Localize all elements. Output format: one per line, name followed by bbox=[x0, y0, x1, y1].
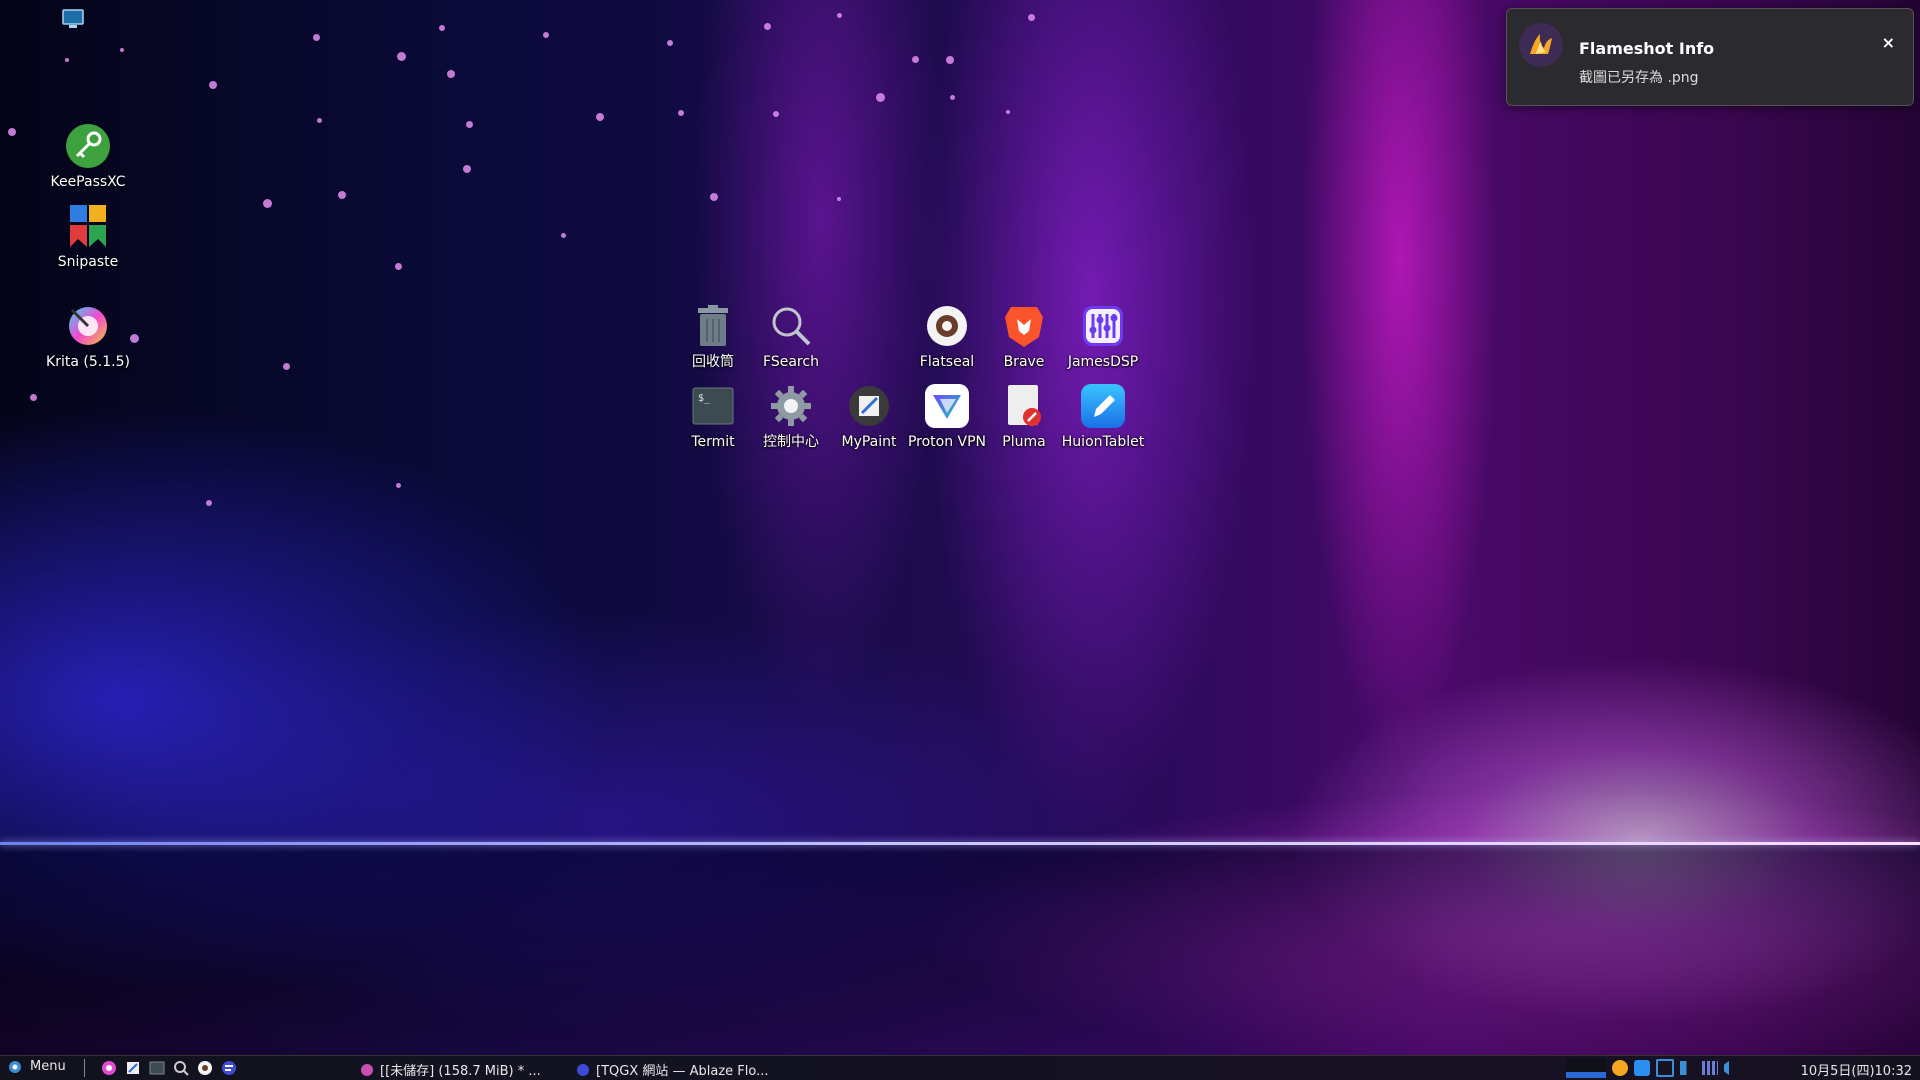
desktop-icon-jamesdsp[interactable]: JamesDSP bbox=[1060, 302, 1146, 371]
desktop-icon-termit[interactable]: $_ Termit bbox=[670, 382, 756, 451]
desktop-icon-fsearch[interactable]: FSearch bbox=[748, 302, 834, 371]
flatseal-launcher-icon[interactable] bbox=[196, 1059, 214, 1077]
notification-body: 截圖已另存為 .png bbox=[1579, 70, 1699, 86]
svg-text:$_: $_ bbox=[698, 393, 711, 404]
krita-task-icon bbox=[361, 1063, 373, 1076]
desktop-icon-krita[interactable]: Krita (5.1.5) bbox=[45, 302, 131, 371]
network-icon[interactable] bbox=[1656, 1059, 1674, 1077]
flameshot-tray-icon[interactable] bbox=[1612, 1060, 1628, 1076]
desktop-icon-label: Brave bbox=[1003, 354, 1045, 370]
desktop-icon-computer[interactable] bbox=[43, 8, 103, 34]
system-tray bbox=[1566, 1058, 1734, 1078]
desktop-icon-label: Pluma bbox=[1002, 434, 1046, 450]
keepassxc-icon bbox=[64, 122, 112, 170]
krita-launcher-icon[interactable] bbox=[100, 1059, 118, 1077]
menu-label: Menu bbox=[30, 1059, 66, 1074]
computer-icon bbox=[62, 9, 84, 28]
desktop-icon-label: 回收筒 bbox=[692, 354, 734, 370]
desktop-icon-label: Krita (5.1.5) bbox=[46, 354, 130, 370]
flatseal-icon bbox=[923, 302, 971, 350]
volume-icon[interactable] bbox=[1680, 1061, 1696, 1075]
desktop-icon-label: Flatseal bbox=[919, 354, 975, 370]
control-center-icon bbox=[767, 382, 815, 430]
desktop-icon-keepassxc[interactable]: KeePassXC bbox=[45, 122, 131, 191]
desktop-icon-label: Termit bbox=[691, 434, 735, 450]
snipaste-icon bbox=[64, 202, 112, 250]
flameshot-notification[interactable]: Flameshot Info 截圖已另存為 .png × bbox=[1506, 8, 1914, 106]
terminal-icon: $_ bbox=[689, 382, 737, 430]
protonvpn-icon bbox=[923, 382, 971, 430]
task-browser[interactable]: [TQGX 網站 — Ablaze Flo... bbox=[576, 1060, 769, 1079]
huion-tray-icon[interactable] bbox=[1634, 1060, 1650, 1076]
clock[interactable]: 10月5日(四)10:32 bbox=[1801, 1060, 1912, 1079]
desktop-icon-flatseal[interactable]: Flatseal bbox=[904, 302, 990, 371]
quick-launch bbox=[100, 1059, 238, 1077]
desktop-icon-protonvpn[interactable]: Proton VPN bbox=[904, 382, 990, 451]
task-label: [[未儲存] (158.7 MiB) * ... bbox=[380, 1064, 541, 1079]
task-krita[interactable]: [[未儲存] (158.7 MiB) * ... bbox=[360, 1060, 541, 1079]
taskbar: Menu [[未儲存] (158.7 MiB) * ... [TQGX 網站 —… bbox=[0, 1055, 1920, 1080]
taskbar-separator bbox=[84, 1059, 85, 1077]
desktop-icon-mypaint[interactable]: MyPaint bbox=[826, 382, 912, 451]
mypaint-launcher-icon[interactable] bbox=[124, 1059, 142, 1077]
trash-icon bbox=[689, 302, 737, 350]
desktop-icon-label: 控制中心 bbox=[763, 434, 819, 450]
desktop-icon-brave[interactable]: Brave bbox=[981, 302, 1067, 371]
task-label: [TQGX 網站 — Ablaze Flo... bbox=[596, 1064, 769, 1079]
equalizer-icon[interactable] bbox=[1702, 1061, 1718, 1075]
desktop-icon-label: JamesDSP bbox=[1067, 354, 1139, 370]
ablaze-task-icon bbox=[577, 1063, 589, 1076]
desktop-icon-label: Proton VPN bbox=[907, 434, 987, 450]
jamesdsp-icon bbox=[1079, 302, 1127, 350]
fsearch-icon bbox=[767, 302, 815, 350]
desktop-icon-huiontablet[interactable]: HuionTablet bbox=[1060, 382, 1146, 451]
brave-icon bbox=[1000, 302, 1048, 350]
wallpaper-horizon-line bbox=[0, 842, 1920, 845]
desktop-icon-control-center[interactable]: 控制中心 bbox=[748, 382, 834, 451]
desktop-icon-pluma[interactable]: Pluma bbox=[981, 382, 1067, 451]
huiontablet-icon bbox=[1079, 382, 1127, 430]
ablaze-launcher-icon[interactable] bbox=[220, 1059, 238, 1077]
pluma-icon bbox=[1000, 382, 1048, 430]
desktop-icon-label: Snipaste bbox=[57, 254, 119, 270]
desktop-icon-trash[interactable]: 回收筒 bbox=[670, 302, 756, 371]
desktop-icon-label: MyPaint bbox=[841, 434, 897, 450]
search-launcher-icon[interactable] bbox=[172, 1059, 190, 1077]
close-icon[interactable]: × bbox=[1882, 33, 1895, 52]
menu-button[interactable]: Menu bbox=[8, 1059, 66, 1074]
terminal-launcher-icon[interactable] bbox=[148, 1059, 166, 1077]
krita-icon bbox=[64, 302, 112, 350]
flameshot-icon bbox=[1519, 23, 1563, 67]
notification-title: Flameshot Info bbox=[1579, 39, 1715, 58]
wallpaper-reflection bbox=[0, 845, 1920, 1056]
bluetooth-icon[interactable] bbox=[1724, 1061, 1729, 1075]
mypaint-icon bbox=[845, 382, 893, 430]
desktop-icon-label: KeePassXC bbox=[50, 174, 126, 190]
desktop-icon-label: HuionTablet bbox=[1061, 434, 1145, 450]
menu-icon bbox=[9, 1060, 21, 1073]
desktop-icon-snipaste[interactable]: Snipaste bbox=[45, 202, 131, 271]
cpu-graph-icon[interactable] bbox=[1566, 1058, 1606, 1078]
desktop-icon-label: FSearch bbox=[763, 354, 819, 370]
